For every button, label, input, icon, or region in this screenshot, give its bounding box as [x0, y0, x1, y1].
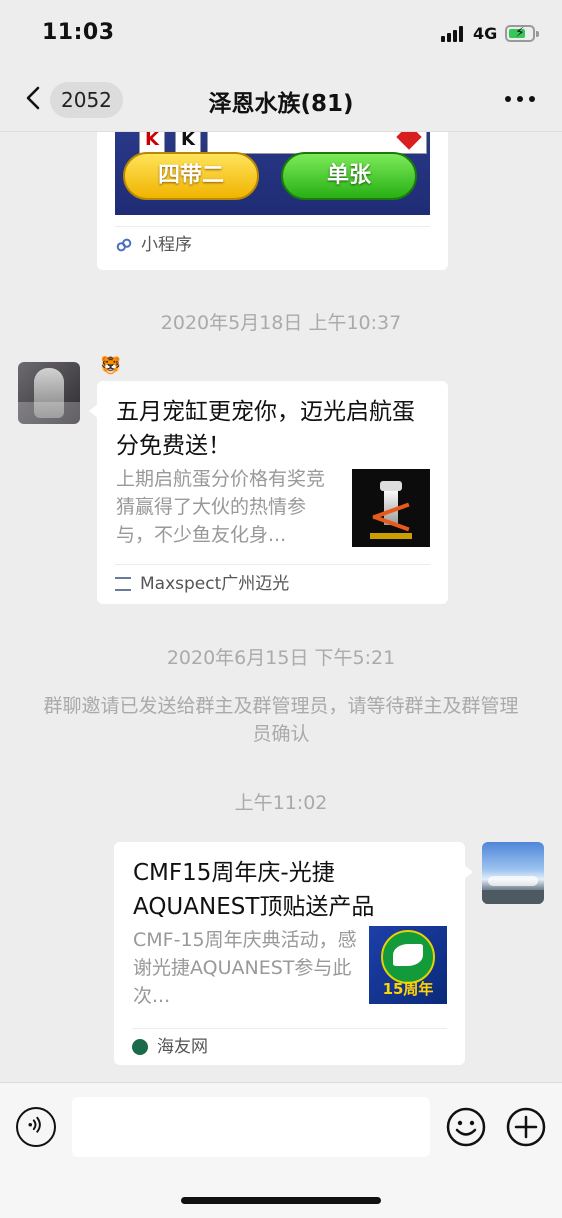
mini-program-card[interactable]: K K 四带二 单张 小程序 [97, 132, 448, 270]
mini-program-icon [116, 238, 132, 252]
article-description: 上期启航蛋分价格有奖竞猜赢得了大伙的热情参与，不少鱼友化身... [116, 468, 326, 546]
article-thumbnail [352, 469, 430, 547]
source-logo-icon [115, 577, 131, 591]
status-bar: 11:03 4G ⚡ [0, 0, 562, 66]
battery-icon: ⚡ [505, 25, 539, 42]
chat-area[interactable]: K K 四带二 单张 小程序 2020年5月18日 上午10:37 🐯 五月宠缸… [0, 132, 562, 1082]
article-title: CMF15周年庆-光捷AQUANEST顶贴送产品 [133, 860, 375, 920]
network-type: 4G [473, 24, 498, 43]
bubble-tail [89, 403, 99, 419]
emoji-icon[interactable] [446, 1107, 486, 1147]
bubble-tail [463, 864, 473, 880]
article-thumbnail: 15周年 [369, 926, 447, 1004]
mini-program-preview: K K 四带二 单张 [115, 132, 430, 215]
source-logo-icon [132, 1039, 148, 1055]
plus-icon[interactable] [506, 1107, 546, 1147]
home-indicator [181, 1197, 381, 1204]
more-icon[interactable] [505, 94, 535, 104]
mini-program-right-button: 单张 [281, 152, 417, 200]
voice-icon[interactable] [16, 1107, 56, 1147]
chat-title: 泽恩水族(81) [208, 91, 354, 117]
article-source: Maxspect广州迈光 [140, 574, 290, 594]
article-card[interactable]: CMF15周年庆-光捷AQUANEST顶贴送产品 CMF-15周年庆典活动，感谢… [114, 842, 473, 1065]
system-notice: 群聊邀请已发送给群主及群管理员，请等待群主及群管理员确认 [43, 695, 519, 745]
signal-icon [441, 26, 467, 42]
article-title: 五月宠缸更宠你，迈光启航蛋分免费送！ [116, 399, 415, 459]
article-description: CMF-15周年庆典活动，感谢光捷AQUANEST参与此次... [133, 929, 357, 1007]
my-avatar[interactable] [482, 842, 544, 904]
timestamp: 2020年5月18日 上午10:37 [160, 312, 402, 334]
timestamp: 上午11:02 [234, 792, 328, 814]
sender-avatar[interactable] [18, 362, 80, 424]
sender-name: 🐯 [100, 356, 122, 376]
thumbnail-caption: 15周年 [382, 980, 434, 998]
timestamp: 2020年6月15日 下午5:21 [166, 647, 396, 669]
message-input[interactable] [72, 1097, 430, 1157]
nav-bar: 2052 泽恩水族(81) [0, 66, 562, 132]
mini-program-label: 小程序 [141, 235, 192, 255]
status-time: 11:03 [42, 20, 115, 45]
article-source: 海友网 [157, 1037, 208, 1057]
article-card[interactable]: 五月宠缸更宠你，迈光启航蛋分免费送！ 上期启航蛋分价格有奖竞猜赢得了大伙的热情参… [89, 381, 448, 604]
mini-program-left-button: 四带二 [123, 152, 259, 200]
